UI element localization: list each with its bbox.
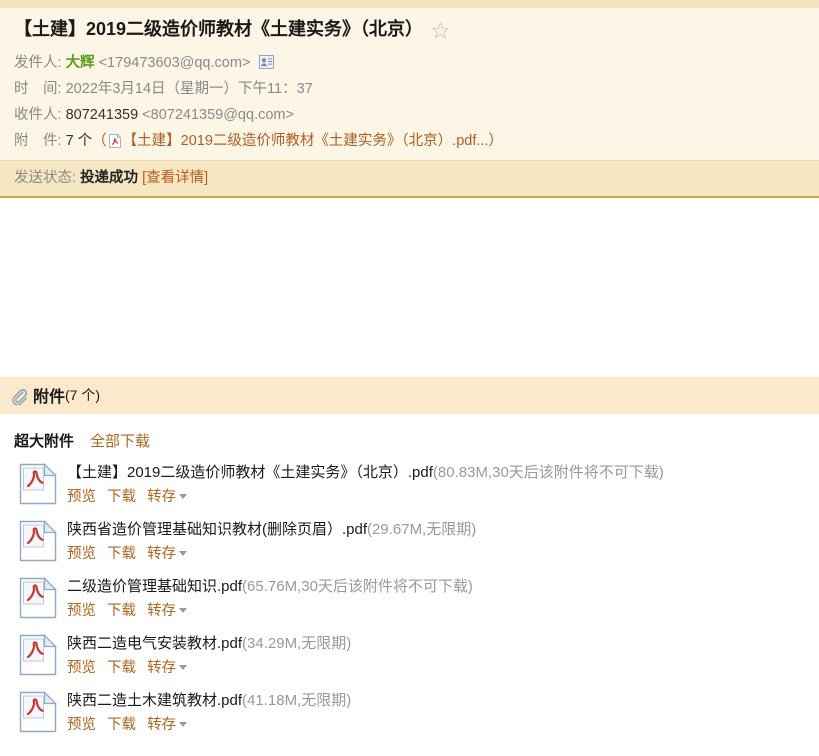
pdf-file-icon — [18, 576, 58, 619]
time-label: 时 间: — [14, 80, 62, 97]
pdf-file-icon — [108, 131, 122, 148]
download-link[interactable]: 下载 — [107, 603, 136, 619]
attachment-summary-line: 附 件: 7 个（ 【土建】2019二级造价师教材《土建实务》（北京）.pdf.… — [14, 128, 819, 154]
sender-email[interactable]: <179473603@qq.com> — [99, 55, 251, 71]
attachment-filename-row: 【土建】2019二级造价师教材《土建实务》（北京）.pdf(80.83M,30天… — [67, 462, 664, 484]
preview-link[interactable]: 预览 — [67, 546, 96, 562]
save-link[interactable]: 转存 — [147, 717, 176, 733]
attachment-filename[interactable]: 【土建】2019二级造价师教材《土建实务》（北京）.pdf — [67, 464, 433, 481]
attachment-filename-row: 陕西二造电气安装教材.pdf(34.29M,无限期) — [67, 633, 351, 655]
attachment-meta: (65.76M,30天后该附件将不可下载) — [242, 577, 473, 595]
save-link[interactable]: 转存 — [147, 660, 176, 676]
attachment-actions: 预览 下载 转存 — [67, 544, 476, 564]
attachment-summary-count: 7 个 — [65, 132, 93, 149]
attachments-toolbar: 超大附件 全部下载 — [0, 414, 819, 461]
preview-link[interactable]: 预览 — [67, 717, 96, 733]
chevron-down-icon[interactable] — [179, 664, 188, 670]
recipient-email[interactable]: <807241359@qq.com> — [142, 107, 294, 123]
chevron-down-icon[interactable] — [179, 721, 188, 727]
preview-link[interactable]: 预览 — [67, 660, 96, 676]
mail-header-content: 【土建】2019二级造价师教材《土建实务》（北京） 发件人: 大辉 <17947… — [0, 8, 819, 160]
mail-header-panel: 【土建】2019二级造价师教材《土建实务》（北京） 发件人: 大辉 <17947… — [0, 0, 819, 198]
status-label: 发送状态: — [14, 169, 77, 186]
preview-link[interactable]: 预览 — [67, 603, 96, 619]
download-link[interactable]: 下载 — [107, 546, 136, 562]
chevron-down-icon[interactable] — [179, 607, 188, 613]
attachment-summary-first-name[interactable]: 【土建】2019二级造价师教材《土建实务》（北京）.pdf... — [123, 133, 489, 149]
attachments-title: 附件 — [33, 389, 66, 407]
attachment-info: 陕西二造土木建筑教材.pdf(41.18M,无限期) 预览 下载 转存 — [67, 689, 351, 735]
list-item: 陕西二造电气安装教材.pdf(34.29M,无限期) 预览 下载 转存 — [18, 632, 819, 678]
pdf-file-icon — [18, 690, 58, 733]
time-line: 时 间: 2022年3月14日（星期一）下午11：37 — [14, 76, 819, 102]
attachment-filename[interactable]: 陕西二造电气安装教材.pdf — [67, 635, 242, 652]
page-title: 【土建】2019二级造价师教材《土建实务》（北京） — [14, 19, 424, 39]
attachment-filename-row: 陕西省造价管理基础知识教材(删除页眉）.pdf(29.67M,无限期) — [67, 519, 476, 541]
attachments-count: (7 个) — [65, 387, 101, 404]
attachment-info: 【土建】2019二级造价师教材《土建实务》（北京）.pdf(80.83M,30天… — [67, 461, 664, 507]
download-all-link[interactable]: 全部下载 — [90, 430, 150, 451]
attachment-meta: (80.83M,30天后该附件将不可下载) — [432, 463, 664, 481]
sender-name[interactable]: 大辉 — [66, 55, 95, 71]
attachment-filename[interactable]: 二级造价管理基础知识.pdf — [67, 578, 242, 595]
sender-label: 发件人: — [14, 54, 62, 71]
pdf-file-icon — [18, 462, 58, 505]
attachment-list: 【土建】2019二级造价师教材《土建实务》（北京）.pdf(80.83M,30天… — [0, 461, 819, 735]
attachment-info: 二级造价管理基础知识.pdf(65.76M,30天后该附件将不可下载) 预览 下… — [67, 575, 473, 621]
attachment-filename-row: 二级造价管理基础知识.pdf(65.76M,30天后该附件将不可下载) — [67, 576, 473, 598]
status-badge: 投递成功 — [80, 169, 139, 186]
attachment-actions: 预览 下载 转存 — [67, 715, 351, 735]
attachment-summary-open-paren: （ — [92, 132, 107, 149]
recipient-name[interactable]: 807241359 — [66, 107, 139, 123]
download-link[interactable]: 下载 — [107, 660, 136, 676]
mail-body-area — [0, 197, 819, 377]
attachment-summary-label: 附 件: — [14, 132, 62, 149]
recipient-label: 收件人: — [14, 106, 62, 123]
attachment-filename[interactable]: 陕西二造土木建筑教材.pdf — [67, 692, 242, 709]
attachment-filename-row: 陕西二造土木建筑教材.pdf(41.18M,无限期) — [67, 690, 351, 712]
subject-row: 【土建】2019二级造价师教材《土建实务》（北京） — [14, 19, 819, 41]
attachment-summary-close-paren: ） — [488, 132, 503, 149]
view-detail-link[interactable]: [查看详情] — [142, 170, 208, 186]
recipient-line: 收件人: 807241359 <807241359@qq.com> — [14, 102, 819, 128]
preview-link[interactable]: 预览 — [67, 489, 96, 505]
chevron-down-icon[interactable] — [179, 493, 188, 499]
attachment-meta: (41.18M,无限期) — [242, 691, 352, 709]
attachment-filename[interactable]: 陕西省造价管理基础知识教材(删除页眉）.pdf — [67, 521, 367, 538]
attachment-info: 陕西省造价管理基础知识教材(删除页眉）.pdf(29.67M,无限期) 预览 下… — [67, 518, 476, 564]
list-item: 陕西省造价管理基础知识教材(删除页眉）.pdf(29.67M,无限期) 预览 下… — [18, 518, 819, 564]
download-link[interactable]: 下载 — [107, 717, 136, 733]
download-link[interactable]: 下载 — [107, 489, 136, 505]
save-link[interactable]: 转存 — [147, 546, 176, 562]
paperclip-icon — [11, 388, 28, 406]
attachment-kind-label: 超大附件 — [14, 432, 75, 450]
attachment-actions: 预览 下载 转存 — [67, 658, 351, 678]
attachments-section-header: 附件 (7 个) — [0, 376, 819, 414]
attachment-actions: 预览 下载 转存 — [67, 601, 473, 621]
send-status-bar: 发送状态: 投递成功 [查看详情] — [0, 159, 819, 196]
attachment-meta: (34.29M,无限期) — [242, 634, 352, 652]
time-value: 2022年3月14日（星期一）下午11：37 — [65, 80, 313, 97]
contact-card-icon[interactable] — [259, 52, 275, 69]
star-outline-icon[interactable] — [431, 21, 450, 40]
attachment-info: 陕西二造电气安装教材.pdf(34.29M,无限期) 预览 下载 转存 — [67, 632, 351, 678]
save-link[interactable]: 转存 — [147, 489, 176, 505]
pdf-file-icon — [18, 519, 58, 562]
save-link[interactable]: 转存 — [147, 603, 176, 619]
sender-line: 发件人: 大辉 <179473603@qq.com> — [14, 50, 819, 76]
chevron-down-icon[interactable] — [179, 550, 188, 556]
list-item: 二级造价管理基础知识.pdf(65.76M,30天后该附件将不可下载) 预览 下… — [18, 575, 819, 621]
list-item: 陕西二造土木建筑教材.pdf(41.18M,无限期) 预览 下载 转存 — [18, 689, 819, 735]
attachment-actions: 预览 下载 转存 — [67, 487, 664, 507]
attachment-meta: (29.67M,无限期) — [367, 520, 477, 538]
pdf-file-icon — [18, 633, 58, 676]
list-item: 【土建】2019二级造价师教材《土建实务》（北京）.pdf(80.83M,30天… — [18, 461, 819, 507]
